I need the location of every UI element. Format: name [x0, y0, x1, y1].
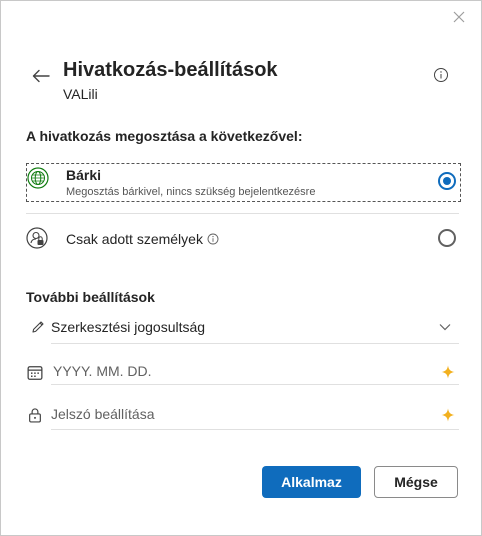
cancel-button[interactable]: Mégse: [374, 466, 458, 498]
option-specific-people[interactable]: Csak adott személyek: [26, 223, 459, 255]
back-button[interactable]: [30, 65, 52, 87]
option-anyone-title: Bárki: [66, 167, 102, 183]
password-placeholder: Jelszó beállítása: [51, 406, 155, 422]
option-specific-people-radio[interactable]: [438, 229, 456, 247]
option-anyone-description: Megosztás bárkivel, nincs szükség bejele…: [66, 186, 316, 198]
option-specific-people-title: Csak adott személyek: [66, 231, 203, 247]
option-anyone-radio[interactable]: [438, 172, 456, 190]
pencil-icon: [32, 321, 44, 333]
password-divider: [51, 429, 459, 430]
lock-icon: [29, 408, 41, 423]
permission-dropdown[interactable]: Szerkesztési jogosultság: [51, 315, 459, 339]
info-icon: [434, 68, 448, 82]
people-lock-icon: [26, 227, 48, 249]
globe-icon: [27, 167, 49, 189]
more-settings-label: További beállítások: [26, 289, 155, 305]
info-button[interactable]: [433, 67, 449, 83]
option-anyone[interactable]: Bárki Megosztás bárkivel, nincs szükség …: [26, 163, 461, 202]
permission-divider: [51, 343, 459, 344]
chevron-down-icon: [439, 324, 451, 331]
apply-button[interactable]: Alkalmaz: [262, 466, 361, 498]
arrow-left-icon: [32, 69, 50, 83]
password-field[interactable]: Jelszó beállítása: [51, 402, 459, 426]
dialog-subtitle: VALili: [63, 86, 98, 102]
expiration-date-field[interactable]: YYYY. MM. DD.: [53, 359, 461, 383]
calendar-icon: [27, 366, 43, 380]
option-specific-people-label: Csak adott személyek: [66, 231, 219, 247]
sparkle-icon[interactable]: [441, 365, 455, 379]
share-section-label: A hivatkozás megosztása a következővel:: [26, 128, 303, 144]
expiration-date-placeholder: YYYY. MM. DD.: [53, 363, 152, 379]
option-divider: [26, 213, 459, 214]
link-settings-dialog: Hivatkozás-beállítások VALili A hivatkoz…: [0, 0, 482, 536]
permission-value: Szerkesztési jogosultság: [51, 319, 206, 335]
dialog-title: Hivatkozás-beállítások: [63, 59, 278, 81]
info-icon[interactable]: [207, 233, 219, 245]
sparkle-icon[interactable]: [441, 408, 455, 422]
close-button[interactable]: [449, 7, 469, 27]
close-icon: [453, 11, 465, 23]
date-divider: [51, 384, 459, 385]
